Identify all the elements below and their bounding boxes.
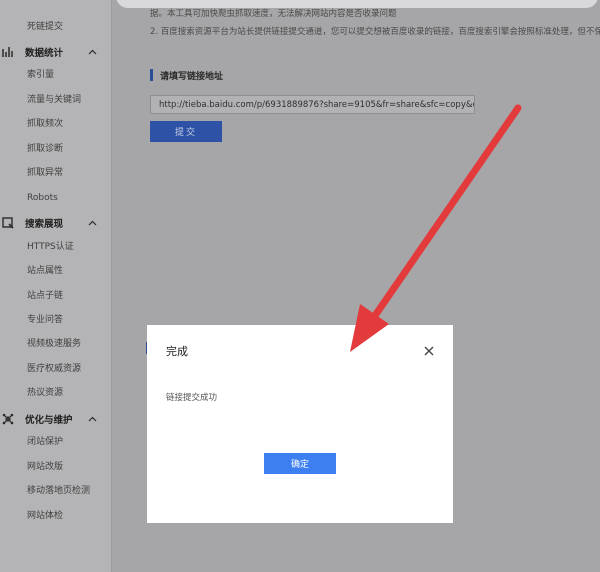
sidebar-item-video-service[interactable]: 视频极速服务 xyxy=(27,338,81,350)
sidebar: 死链提交 数据统计 索引量 流量与关键词 抓取频次 抓取诊断 抓取异常 Robo… xyxy=(0,0,112,572)
sidebar-item-crawl-errors[interactable]: 抓取异常 xyxy=(27,167,63,179)
sidebar-group-label: 搜索展现 xyxy=(25,219,64,230)
sidebar-item-sitelinks[interactable]: 站点子链 xyxy=(27,290,63,302)
modal-title: 完成 xyxy=(166,345,188,358)
section-title-marker xyxy=(150,69,153,81)
section-title-text: 请填写链接地址 xyxy=(160,71,224,82)
sidebar-item-crawl-diagnosis[interactable]: 抓取诊断 xyxy=(27,143,63,155)
section-title: 请填写链接地址 xyxy=(150,69,224,82)
url-input[interactable]: http://tieba.baidu.com/p/6931889876?shar… xyxy=(150,95,475,114)
chevron-up-icon[interactable] xyxy=(86,45,98,59)
sidebar-item-site-close-protection[interactable]: 闭站保护 xyxy=(27,436,63,448)
search-display-icon xyxy=(2,217,14,229)
sidebar-group-optimize[interactable]: 优化与维护 xyxy=(2,412,106,426)
sidebar-item-dead-link[interactable]: 死链提交 xyxy=(27,21,63,33)
sidebar-item-index[interactable]: 索引量 xyxy=(27,69,54,81)
confirm-button[interactable]: 确定 xyxy=(264,453,336,474)
sidebar-item-https[interactable]: HTTPS认证 xyxy=(27,241,74,253)
sidebar-item-professional-qa[interactable]: 专业问答 xyxy=(27,314,63,326)
sidebar-item-hot-resources[interactable]: 热议资源 xyxy=(27,387,63,399)
sidebar-item-site-attributes[interactable]: 站点属性 xyxy=(27,265,63,277)
sidebar-item-site-health[interactable]: 网站体检 xyxy=(27,510,63,522)
chevron-up-icon[interactable] xyxy=(86,216,98,230)
sidebar-item-crawl-frequency[interactable]: 抓取频次 xyxy=(27,118,63,130)
description-line-1: 据。本工具可加快爬虫抓取速度，无法解决网站内容是否收录问题 xyxy=(150,9,397,19)
sidebar-item-mobile-landing-check[interactable]: 移动落地页检测 xyxy=(27,485,90,497)
top-bar xyxy=(116,0,598,8)
optimize-icon xyxy=(2,413,14,425)
sidebar-group-search-display[interactable]: 搜索展现 xyxy=(2,216,106,230)
bar-chart-icon xyxy=(2,46,14,58)
sidebar-item-traffic-keywords[interactable]: 流量与关键词 xyxy=(27,94,81,106)
sidebar-item-robots[interactable]: Robots xyxy=(27,192,58,204)
close-icon[interactable] xyxy=(423,342,435,356)
sidebar-item-medical-resources[interactable]: 医疗权威资源 xyxy=(27,363,81,375)
sidebar-group-label: 优化与维护 xyxy=(25,415,73,426)
success-modal: 完成 链接提交成功 确定 xyxy=(147,325,453,523)
sidebar-group-data-stats[interactable]: 数据统计 xyxy=(2,45,106,59)
chevron-up-icon[interactable] xyxy=(86,412,98,426)
sidebar-item-site-revision[interactable]: 网站改版 xyxy=(27,461,63,473)
modal-message: 链接提交成功 xyxy=(166,393,218,403)
sidebar-group-label: 数据统计 xyxy=(25,48,64,59)
submit-button[interactable]: 提交 xyxy=(150,121,222,142)
description-line-2: 2. 百度搜索资源平台为站长提供链接提交通道，您可以提交想被百度收录的链接，百度… xyxy=(150,27,600,37)
arrow-shaft xyxy=(368,104,522,324)
